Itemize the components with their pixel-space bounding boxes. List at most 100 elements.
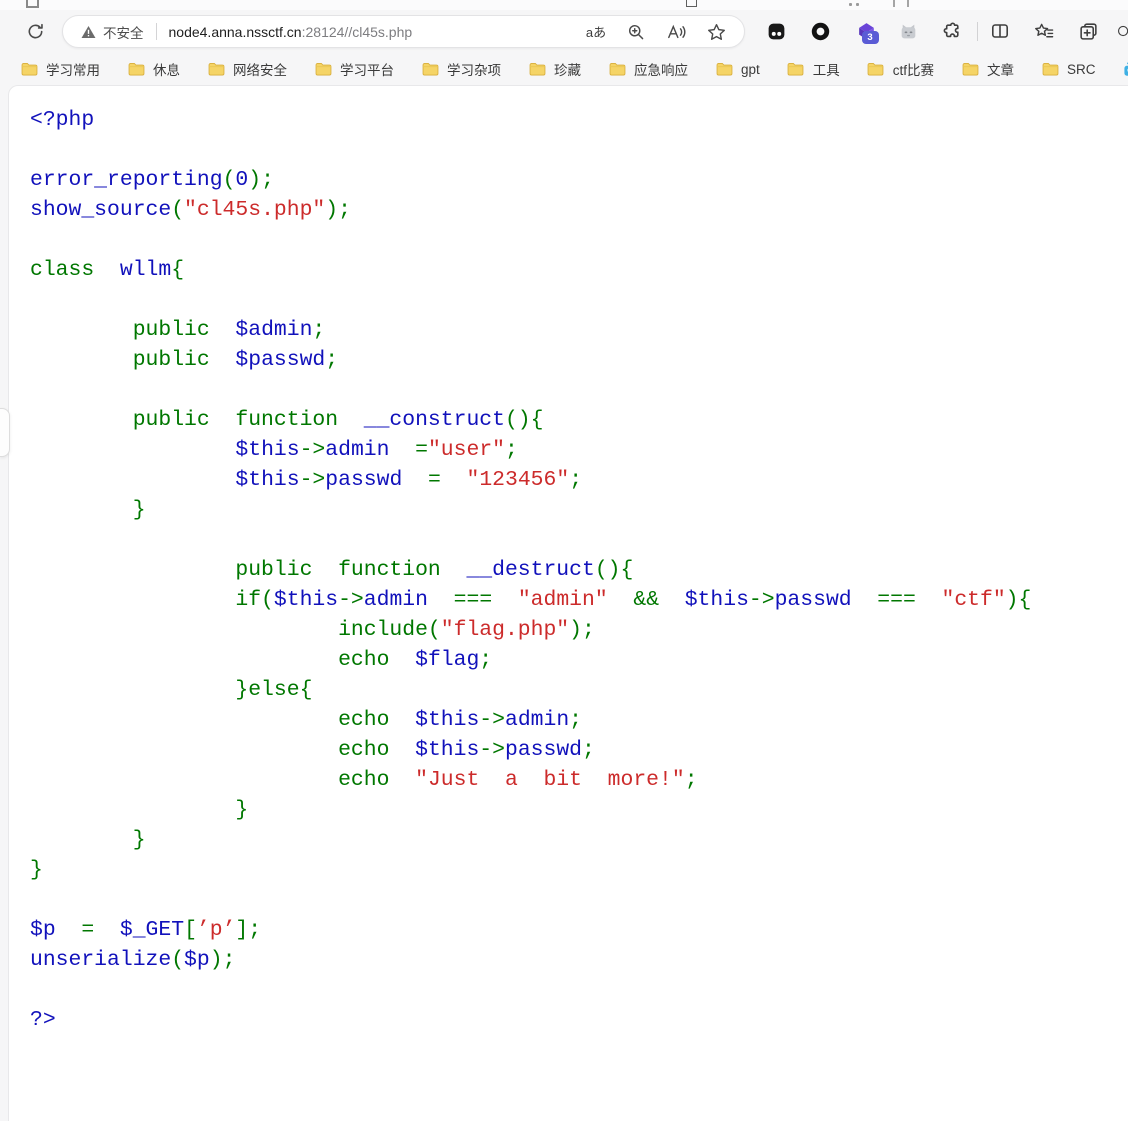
bookmark-label: 应急响应 <box>634 59 688 79</box>
dot-fragment <box>849 3 852 6</box>
bookmark-item[interactable]: 学习杂项 <box>419 56 503 82</box>
folder-icon <box>422 62 439 76</box>
clipped-toolbar-button[interactable] <box>1114 16 1128 46</box>
code-line: <?php <box>30 105 1128 135</box>
read-aloud-button[interactable] <box>660 18 692 46</box>
code-line: unserialize($p); <box>30 945 1128 975</box>
browser-toolbar: 不安全 node4.anna.nssctf.cn:28124//cl45s.ph… <box>0 10 1128 53</box>
extension-cat-button[interactable] <box>893 16 923 46</box>
sidebar-handle[interactable] <box>0 408 10 457</box>
code-line: echo $flag; <box>30 645 1128 675</box>
php-source-code: <?php error_reporting(0);show_source(″cl… <box>9 86 1128 1035</box>
folder-icon <box>867 62 884 76</box>
collections-button[interactable] <box>1073 16 1103 46</box>
code-line <box>30 375 1128 405</box>
folder-icon <box>529 62 546 76</box>
zoom-in-icon <box>627 23 645 41</box>
bookmark-label: 休息 <box>153 59 180 79</box>
translate-icon: aあ <box>586 22 606 41</box>
code-line: } <box>30 855 1128 885</box>
code-line: include(″flag.php″); <box>30 615 1128 645</box>
read-aloud-icon <box>666 23 686 41</box>
bookmarks-bar: 学习常用 休息 网络安全 学习平台 学习杂项 珍藏 应急响应 gpt 工具 ctf比赛 文章 SRC 哔… <box>0 53 1128 85</box>
folder-icon <box>962 62 979 76</box>
extension-gem-button[interactable]: 3 <box>851 16 881 46</box>
tab-bar-remnant <box>0 0 1128 10</box>
folder-icon <box>787 62 804 76</box>
code-line: } <box>30 795 1128 825</box>
extension-cat-face-icon <box>898 21 919 42</box>
pin-icon <box>26 0 39 8</box>
refresh-button[interactable] <box>20 16 50 46</box>
security-label[interactable]: 不安全 <box>103 22 144 42</box>
bookmark-item[interactable]: 工具 <box>785 56 842 82</box>
bookmark-label: 学习常用 <box>46 59 100 79</box>
code-line: echo $this->passwd; <box>30 735 1128 765</box>
address-bar[interactable]: 不安全 node4.anna.nssctf.cn:28124//cl45s.ph… <box>62 15 745 48</box>
code-line: $this->passwd = ″123456″; <box>30 465 1128 495</box>
code-line: echo ″Just a bit more!″; <box>30 765 1128 795</box>
code-line: public $admin; <box>30 315 1128 345</box>
bookmark-item[interactable]: 休息 <box>125 56 182 82</box>
web-content: <?php error_reporting(0);show_source(″cl… <box>8 85 1128 1121</box>
url-text[interactable]: node4.anna.nssctf.cn:28124//cl45s.php <box>169 24 573 40</box>
bookmark-item[interactable]: 学习平台 <box>312 56 396 82</box>
bar-fragment <box>893 0 895 7</box>
bookmark-item[interactable]: 应急响应 <box>606 56 690 82</box>
code-line: ?> <box>30 1005 1128 1035</box>
dot-fragment <box>856 3 859 6</box>
code-line: if($this->admin === ″admin″ && $this->pa… <box>30 585 1128 615</box>
collections-add-icon <box>1078 21 1099 42</box>
extension-two-dots-icon <box>766 21 787 42</box>
code-line: }else{ <box>30 675 1128 705</box>
code-line: public function __destruct(){ <box>30 555 1128 585</box>
folder-icon <box>315 62 332 76</box>
bookmark-item[interactable]: 学习常用 <box>18 56 102 82</box>
bookmark-label: ctf比赛 <box>893 59 934 79</box>
zoom-button[interactable] <box>620 18 652 46</box>
star-icon <box>707 23 726 41</box>
address-separator <box>156 23 157 40</box>
code-line: $this->admin =″user″; <box>30 435 1128 465</box>
code-line: error_reporting(0); <box>30 165 1128 195</box>
bookmark-item[interactable]: ctf比赛 <box>865 56 936 82</box>
code-line <box>30 525 1128 555</box>
code-line: echo $this->admin; <box>30 705 1128 735</box>
bookmark-label: 学习平台 <box>340 59 394 79</box>
bookmark-item[interactable]: 珍藏 <box>526 56 583 82</box>
folder-icon <box>716 62 733 76</box>
bookmark-item[interactable]: 文章 <box>959 56 1016 82</box>
puzzle-icon <box>942 21 962 41</box>
code-line: public function __construct(){ <box>30 405 1128 435</box>
folder-icon <box>1042 62 1059 76</box>
bookmark-label: 文章 <box>987 59 1014 79</box>
folder-icon <box>21 62 38 76</box>
bilibili-icon <box>1123 62 1128 77</box>
extension-dark-box-button[interactable] <box>761 16 791 46</box>
extension-badge: 3 <box>862 31 879 44</box>
url-host: node4.anna.nssctf.cn <box>169 24 302 40</box>
translate-button[interactable]: aあ <box>580 18 612 46</box>
code-line: } <box>30 825 1128 855</box>
code-line: public $passwd; <box>30 345 1128 375</box>
extensions-menu-button[interactable] <box>937 16 967 46</box>
split-screen-button[interactable] <box>985 16 1015 46</box>
bookmark-item[interactable]: SRC <box>1039 58 1098 80</box>
favorites-list-button[interactable] <box>1029 16 1059 46</box>
extension-ring-icon <box>810 21 831 42</box>
code-line: class wllm{ <box>30 255 1128 285</box>
bookmark-label: 学习杂项 <box>447 59 501 79</box>
code-line <box>30 285 1128 315</box>
security-warning-icon <box>81 25 96 39</box>
favorite-star-button[interactable] <box>700 18 732 46</box>
extension-ring-button[interactable] <box>805 16 835 46</box>
bookmark-item[interactable]: gpt <box>713 58 762 80</box>
code-line: $p = $_GET[’p’]; <box>30 915 1128 945</box>
bookmark-item[interactable]: 哔哩哔哩 ( °- °)つ... <box>1121 56 1128 82</box>
code-line <box>30 225 1128 255</box>
folder-icon <box>208 62 225 76</box>
code-line <box>30 885 1128 915</box>
folder-icon <box>128 62 145 76</box>
folder-icon <box>609 62 626 76</box>
bookmark-item[interactable]: 网络安全 <box>205 56 289 82</box>
